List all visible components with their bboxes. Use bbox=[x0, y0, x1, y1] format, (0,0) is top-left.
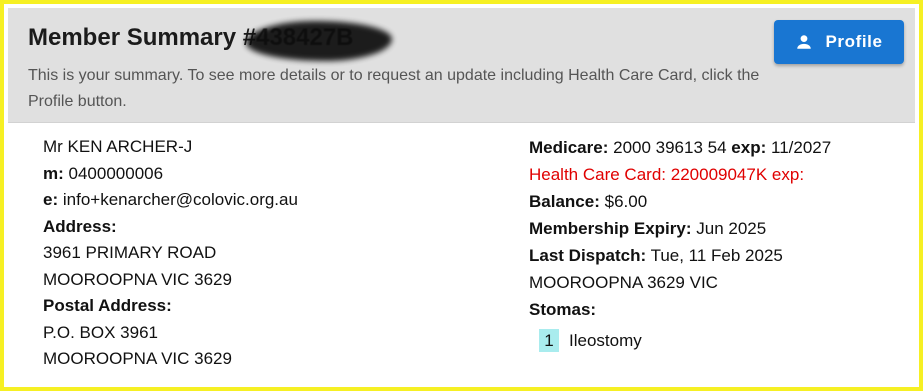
summary-header: Member Summary #438427B This is your sum… bbox=[8, 8, 915, 123]
address-label: Address: bbox=[43, 216, 117, 236]
email-label: e: bbox=[43, 190, 59, 209]
membership-expiry-value: Jun 2025 bbox=[696, 219, 767, 238]
dispatch-location: MOOROOPNA 3629 VIC bbox=[529, 273, 718, 292]
medicare-exp-value: 11/2027 bbox=[771, 138, 832, 157]
health-care-card-row: Health Care Card: 220009047K exp: bbox=[529, 161, 831, 188]
health-care-exp-label: exp: bbox=[771, 165, 805, 184]
postal-address-label: Postal Address: bbox=[43, 296, 172, 315]
stoma-name: Ileostomy bbox=[569, 331, 642, 350]
postal-line1: P.O. BOX 3961 bbox=[43, 322, 158, 342]
medicare-value: 2000 39613 54 bbox=[613, 138, 727, 157]
stoma-item: 1 Ileostomy bbox=[529, 327, 831, 354]
mobile-value: 0400000006 bbox=[68, 163, 164, 183]
email-value: info+kenarcher@colovic.org.au bbox=[62, 190, 298, 209]
person-icon bbox=[795, 33, 813, 51]
mobile-row: m: 0400000006 bbox=[43, 161, 298, 188]
stomas-label: Stomas: bbox=[529, 300, 597, 319]
profile-button[interactable]: Profile bbox=[774, 20, 904, 64]
membership-expiry-label: Membership Expiry: bbox=[529, 219, 692, 238]
summary-subtitle: This is your summary. To see more detail… bbox=[28, 67, 760, 110]
profile-button-label: Profile bbox=[825, 32, 883, 51]
last-dispatch-label: Last Dispatch: bbox=[529, 246, 647, 265]
medicare-exp-label: exp: bbox=[731, 138, 767, 157]
postal-line2: MOOROOPNA VIC 3629 bbox=[43, 349, 232, 368]
member-name: Mr KEN ARCHER-J bbox=[43, 137, 193, 156]
medicare-row: Medicare: 2000 39613 54 exp: 11/2027 bbox=[529, 134, 831, 161]
address-line1: 3961 PRIMARY ROAD bbox=[43, 243, 217, 262]
membership-details: Medicare: 2000 39613 54 exp: 11/2027 Hea… bbox=[529, 134, 831, 354]
member-summary-card: Member Summary #438427B This is your sum… bbox=[0, 0, 923, 391]
balance-label: Balance: bbox=[529, 192, 600, 211]
last-dispatch-value: Tue, 11 Feb 2025 bbox=[650, 246, 783, 265]
medicare-label: Medicare: bbox=[529, 138, 609, 157]
address-line2: MOOROOPNA VIC 3629 bbox=[43, 269, 232, 289]
title-text: Member Summary # bbox=[28, 24, 257, 51]
health-care-label: Health Care Card: bbox=[529, 165, 667, 184]
last-dispatch-row: Last Dispatch: Tue, 11 Feb 2025 bbox=[529, 242, 831, 269]
stoma-number-badge: 1 bbox=[539, 329, 559, 352]
member-id-redaction bbox=[246, 21, 392, 61]
email-row: e: info+kenarcher@colovic.org.au bbox=[43, 187, 298, 214]
mobile-label: m: bbox=[43, 163, 64, 183]
balance-value: $6.00 bbox=[604, 192, 648, 211]
contact-details: Mr KEN ARCHER-J m: 0400000006 e: info+ke… bbox=[43, 134, 298, 373]
balance-row: Balance: $6.00 bbox=[529, 188, 831, 215]
health-care-value: 220009047K bbox=[670, 165, 768, 184]
membership-expiry-row: Membership Expiry: Jun 2025 bbox=[529, 215, 831, 242]
